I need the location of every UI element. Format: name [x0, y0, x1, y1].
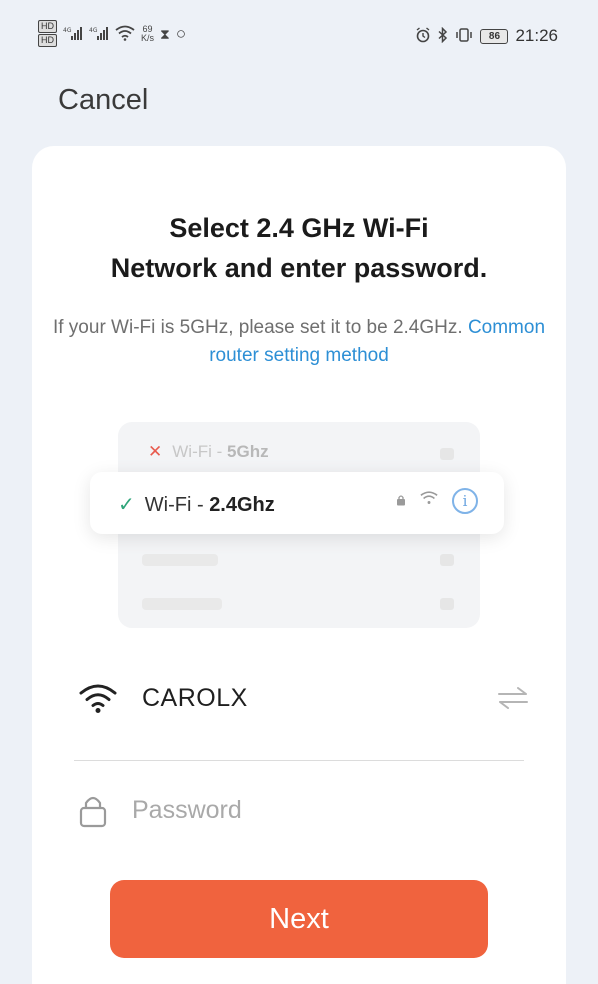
illustration-24ghz-band: 2.4Ghz: [209, 494, 275, 516]
network-speed-unit: K/s: [141, 32, 155, 43]
reject-icon: ✕: [148, 442, 163, 461]
vibrate-icon: [455, 27, 473, 45]
status-bar-right: 86 21:26: [415, 26, 558, 46]
ghost-icon: [440, 554, 454, 566]
bluetooth-icon: [438, 26, 448, 45]
illustration-5ghz-band: 5Ghz: [227, 442, 269, 461]
hd-badges: HD HD: [38, 20, 57, 47]
wifi-icon: [78, 682, 118, 719]
network-speed: 69 K/s: [141, 24, 155, 43]
hd-badge-icon: HD: [38, 34, 57, 47]
cell-signal-icon: 4G: [63, 26, 83, 42]
band-hint-text: If your Wi-Fi is 5GHz, please set it to …: [52, 317, 463, 338]
page-title: Select 2.4 GHz Wi-Fi Network and enter p…: [32, 208, 566, 288]
ghost-row-placeholder: [142, 598, 222, 610]
field-divider: [74, 760, 524, 761]
wifi-status-icon: [115, 25, 135, 43]
swap-arrows-icon[interactable]: [496, 686, 530, 715]
svg-text:4G: 4G: [63, 27, 72, 34]
battery-icon: 86: [480, 28, 509, 44]
info-circle-icon: i: [452, 488, 478, 514]
illustration-5ghz-prefix: Wi-Fi -: [172, 442, 228, 461]
hourglass-icon: ⧗: [160, 25, 170, 42]
cell-signal-icon: 4G: [89, 26, 109, 42]
circle-icon: ○: [175, 24, 187, 43]
wifi-setup-card: Select 2.4 GHz Wi-Fi Network and enter p…: [32, 146, 566, 984]
svg-text:4G: 4G: [89, 27, 98, 34]
illustration-row-5ghz: ✕ Wi-Fi - 5Ghz: [148, 442, 269, 462]
page-title-line1: Select 2.4 GHz Wi-Fi: [169, 213, 429, 243]
illustration-24ghz-label: ✓ Wi-Fi - 2.4Ghz: [118, 492, 275, 517]
status-bar-left: HD HD 4G 4G 69 K/s ⧗ ○: [38, 20, 186, 47]
wifi-ssid[interactable]: CAROLX: [142, 684, 248, 713]
wifi-icon: [420, 490, 438, 511]
next-button[interactable]: Next: [110, 880, 488, 958]
lock-icon: [78, 794, 108, 833]
band-hint: If your Wi-Fi is 5GHz, please set it to …: [32, 314, 566, 370]
illustration-row-24ghz: ✓ Wi-Fi - 2.4Ghz i: [90, 472, 504, 534]
lock-icon: [396, 494, 406, 509]
illustration-24ghz-prefix: Wi-Fi -: [144, 494, 210, 516]
status-clock: 21:26: [515, 26, 558, 45]
ghost-row-placeholder: [142, 554, 218, 566]
check-icon: ✓: [118, 494, 135, 516]
page-title-line2: Network and enter password.: [110, 253, 488, 283]
cancel-button[interactable]: Cancel: [58, 84, 148, 117]
status-bar: HD HD 4G 4G 69 K/s ⧗ ○ 86 21:26: [0, 0, 598, 60]
password-field[interactable]: [132, 788, 492, 832]
ghost-icon: [440, 448, 454, 460]
alarm-icon: [415, 27, 431, 45]
ghost-icon: [440, 598, 454, 610]
hd-badge-icon: HD: [38, 20, 57, 33]
